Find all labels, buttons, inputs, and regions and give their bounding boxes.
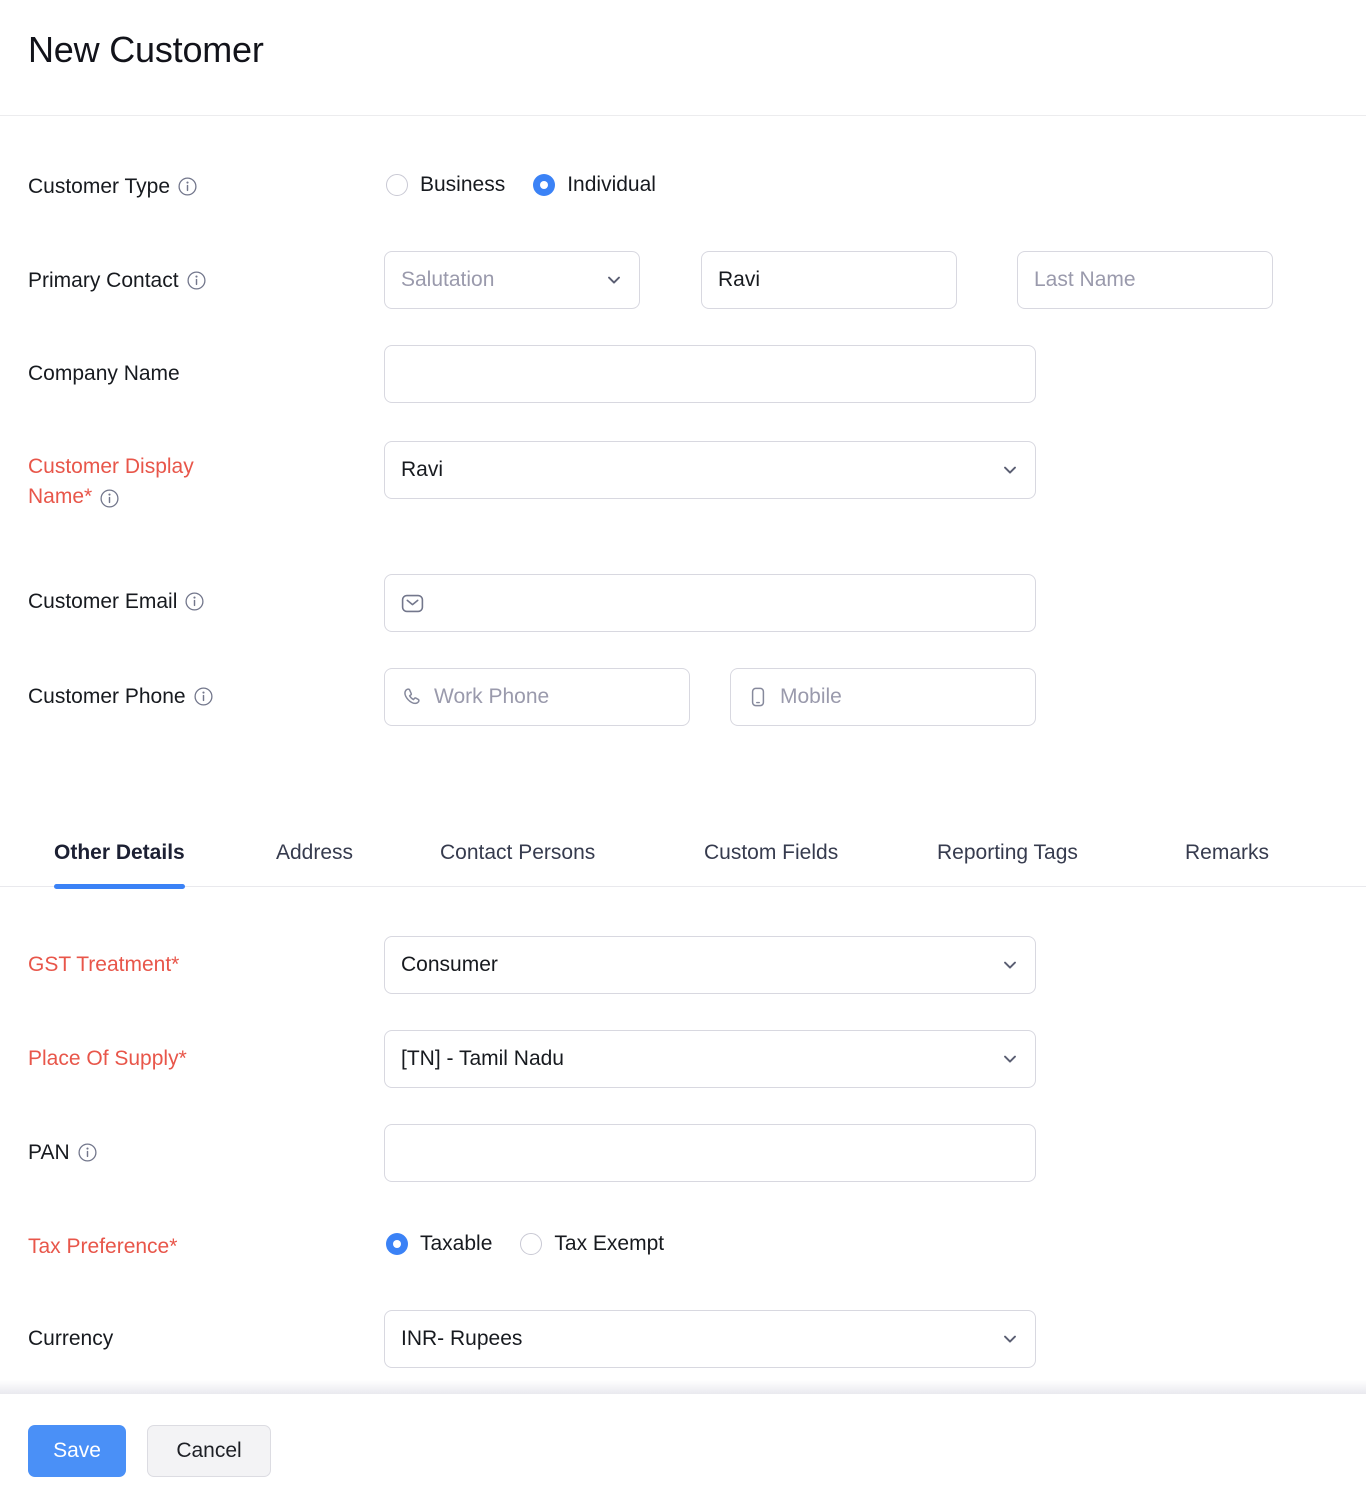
tab-address-label: Address bbox=[276, 841, 354, 864]
tab-reporting-tags-label: Reporting Tags bbox=[937, 841, 1078, 864]
tab-custom-fields[interactable]: Custom Fields bbox=[704, 819, 838, 887]
label-gst-treatment-text: GST Treatment* bbox=[28, 953, 180, 976]
salutation-select[interactable]: Salutation bbox=[384, 251, 640, 309]
customer-display-name-select[interactable]: Ravi bbox=[384, 441, 1036, 499]
label-tax-preference-text: Tax Preference* bbox=[28, 1235, 178, 1258]
tab-reporting-tags[interactable]: Reporting Tags bbox=[937, 819, 1078, 887]
work-phone-placeholder: Work Phone bbox=[434, 685, 550, 708]
label-customer-type-text: Customer Type bbox=[28, 175, 171, 198]
tab-contact-persons[interactable]: Contact Persons bbox=[440, 819, 595, 887]
radio-option-tax-exempt[interactable]: Tax Exempt bbox=[520, 1232, 664, 1256]
label-pan: PAN bbox=[28, 1138, 368, 1168]
radio-individual-indicator bbox=[533, 174, 556, 196]
label-customer-email-text: Customer Email bbox=[28, 590, 178, 613]
currency-select[interactable]: INR- Rupees bbox=[384, 1310, 1036, 1368]
radio-option-individual[interactable]: Individual bbox=[533, 173, 656, 197]
label-tax-preference: Tax Preference* bbox=[28, 1232, 368, 1262]
last-name-input[interactable]: Last Name bbox=[1017, 251, 1273, 309]
pan-input[interactable] bbox=[384, 1124, 1036, 1182]
phone-icon bbox=[401, 686, 423, 708]
label-primary-contact-text: Primary Contact bbox=[28, 269, 179, 292]
tab-other-details[interactable]: Other Details bbox=[54, 819, 185, 889]
radio-business-indicator bbox=[386, 174, 408, 196]
radio-business-label: Business bbox=[420, 173, 506, 196]
radio-group-customer-type: Business Individual bbox=[386, 173, 656, 197]
customer-display-name-value: Ravi bbox=[401, 458, 444, 481]
radio-group-tax-preference: Taxable Tax Exempt bbox=[386, 1232, 664, 1256]
info-icon[interactable] bbox=[178, 177, 197, 196]
place-of-supply-select[interactable]: [TN] - Tamil Nadu bbox=[384, 1030, 1036, 1088]
info-icon[interactable] bbox=[194, 687, 213, 706]
first-name-input[interactable]: Ravi bbox=[701, 251, 957, 309]
radio-taxable-indicator bbox=[386, 1233, 408, 1255]
label-customer-phone: Customer Phone bbox=[28, 682, 368, 712]
info-icon[interactable] bbox=[100, 489, 119, 508]
label-company-name-text: Company Name bbox=[28, 362, 180, 385]
save-button[interactable]: Save bbox=[28, 1425, 126, 1477]
chevron-down-icon bbox=[1004, 1335, 1016, 1343]
label-customer-display-name-line1: Customer Display bbox=[28, 455, 194, 478]
tab-other-details-label: Other Details bbox=[54, 841, 185, 864]
chevron-down-icon bbox=[1004, 1055, 1016, 1063]
last-name-placeholder: Last Name bbox=[1034, 268, 1136, 291]
cancel-button[interactable]: Cancel bbox=[147, 1425, 271, 1477]
label-customer-phone-text: Customer Phone bbox=[28, 685, 186, 708]
work-phone-input[interactable]: Work Phone bbox=[384, 668, 690, 726]
label-place-of-supply-text: Place Of Supply* bbox=[28, 1047, 187, 1070]
page-header: New Customer bbox=[0, 0, 1366, 116]
gst-treatment-select[interactable]: Consumer bbox=[384, 936, 1036, 994]
page-title: New Customer bbox=[28, 29, 264, 70]
info-icon[interactable] bbox=[78, 1143, 97, 1162]
radio-taxable-label: Taxable bbox=[420, 1232, 493, 1255]
chevron-down-icon bbox=[608, 276, 620, 284]
mobile-input[interactable]: Mobile bbox=[730, 668, 1036, 726]
label-primary-contact: Primary Contact bbox=[28, 266, 368, 296]
label-gst-treatment: GST Treatment* bbox=[28, 950, 368, 980]
chevron-down-icon bbox=[1004, 466, 1016, 474]
radio-option-taxable[interactable]: Taxable bbox=[386, 1232, 492, 1256]
company-name-input[interactable] bbox=[384, 345, 1036, 403]
label-place-of-supply: Place Of Supply* bbox=[28, 1044, 368, 1074]
customer-email-input[interactable] bbox=[384, 574, 1036, 632]
place-of-supply-value: [TN] - Tamil Nadu bbox=[401, 1047, 564, 1070]
tab-contact-persons-label: Contact Persons bbox=[440, 841, 596, 864]
tab-remarks[interactable]: Remarks bbox=[1185, 819, 1269, 887]
salutation-placeholder: Salutation bbox=[401, 268, 495, 291]
first-name-value: Ravi bbox=[718, 268, 761, 291]
chevron-down-icon bbox=[1004, 961, 1016, 969]
cancel-button-label: Cancel bbox=[176, 1439, 242, 1462]
radio-individual-label: Individual bbox=[567, 173, 656, 196]
radio-tax-exempt-label: Tax Exempt bbox=[554, 1232, 665, 1255]
envelope-icon bbox=[401, 592, 424, 615]
tab-active-underline bbox=[54, 884, 185, 889]
radio-tax-exempt-indicator bbox=[520, 1233, 543, 1255]
mobile-placeholder: Mobile bbox=[780, 685, 842, 708]
new-customer-page: New Customer Customer Type Business Indi… bbox=[0, 0, 1366, 1510]
label-customer-display-name: Customer Display Name* bbox=[28, 452, 358, 512]
label-customer-email: Customer Email bbox=[28, 587, 368, 617]
radio-option-business[interactable]: Business bbox=[386, 173, 505, 197]
label-pan-text: PAN bbox=[28, 1141, 70, 1164]
footer-actions: Save Cancel bbox=[0, 1394, 1366, 1510]
footer-divider bbox=[0, 1380, 1366, 1394]
tab-bar: Other Details Address Contact Persons Cu… bbox=[0, 819, 1366, 889]
tab-address[interactable]: Address bbox=[276, 819, 353, 887]
save-button-label: Save bbox=[53, 1439, 101, 1462]
currency-value: INR- Rupees bbox=[401, 1327, 523, 1350]
mobile-icon bbox=[747, 686, 769, 708]
info-icon[interactable] bbox=[186, 271, 206, 290]
tab-remarks-label: Remarks bbox=[1185, 841, 1270, 864]
tab-custom-fields-label: Custom Fields bbox=[704, 841, 839, 864]
gst-treatment-value: Consumer bbox=[401, 953, 498, 976]
label-currency-text: Currency bbox=[28, 1327, 114, 1350]
label-customer-display-name-line2: Name* bbox=[28, 485, 93, 508]
info-icon[interactable] bbox=[185, 592, 204, 611]
label-customer-type: Customer Type bbox=[28, 172, 368, 202]
label-currency: Currency bbox=[28, 1324, 368, 1354]
label-company-name: Company Name bbox=[28, 359, 368, 389]
